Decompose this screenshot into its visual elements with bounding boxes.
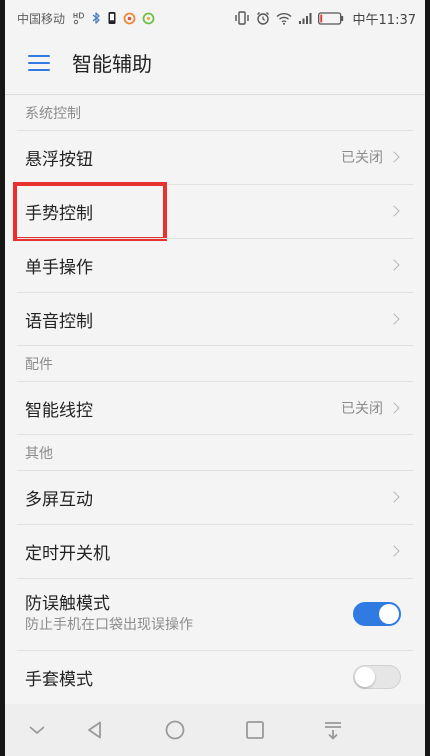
section-header-accessories: 配件 bbox=[25, 356, 53, 373]
chevron-right-icon bbox=[388, 545, 400, 557]
orange-app-notification-icon bbox=[123, 12, 136, 25]
setting-trailing bbox=[388, 545, 401, 557]
menu-icon bbox=[28, 55, 50, 71]
chevron-right-icon bbox=[388, 402, 400, 414]
setting-label: 单手操作 bbox=[25, 257, 93, 278]
menu-button[interactable] bbox=[23, 49, 55, 77]
phone-notification-icon bbox=[107, 11, 117, 25]
setting-scheduled-power[interactable]: 定时开关机 bbox=[5, 524, 425, 578]
alarm-icon bbox=[256, 11, 270, 25]
setting-status: 已关闭 bbox=[341, 401, 383, 417]
setting-trailing: 已关闭 bbox=[341, 147, 401, 167]
chevron-right-icon bbox=[388, 491, 400, 503]
status-time: 中午11:37 bbox=[352, 12, 416, 28]
glove-mode-toggle[interactable] bbox=[353, 665, 401, 689]
navigation-bar bbox=[5, 704, 425, 756]
status-right: 中午11:37 bbox=[234, 9, 416, 28]
setting-status: 已关闭 bbox=[341, 150, 383, 166]
setting-label: 智能线控 bbox=[25, 400, 93, 421]
chevron-right-icon bbox=[388, 259, 400, 271]
toggle-knob bbox=[379, 604, 399, 624]
wifi-icon bbox=[276, 12, 292, 25]
setting-label: 多屏互动 bbox=[25, 489, 93, 510]
setting-label: 防误触模式 bbox=[25, 594, 110, 614]
setting-label: 手势控制 bbox=[25, 203, 93, 224]
chevron-right-icon bbox=[388, 151, 400, 163]
battery-icon bbox=[317, 11, 344, 25]
setting-multi-screen[interactable]: 多屏互动 bbox=[5, 470, 425, 524]
signal-icon bbox=[298, 12, 312, 25]
setting-trailing bbox=[388, 491, 401, 503]
chevron-right-icon bbox=[388, 313, 400, 325]
setting-description: 防止手机在口袋出现误操作 bbox=[25, 617, 193, 633]
hd-icon bbox=[73, 11, 85, 25]
app-bar: 智能辅助 bbox=[5, 36, 425, 95]
setting-text: 防误触模式 防止手机在口袋出现误操作 bbox=[25, 593, 353, 635]
back-icon[interactable] bbox=[83, 718, 107, 742]
setting-label: 定时开关机 bbox=[25, 543, 110, 564]
home-icon[interactable] bbox=[163, 718, 187, 742]
setting-floating-dock[interactable]: 悬浮按钮 已关闭 bbox=[5, 130, 425, 184]
recents-icon[interactable] bbox=[243, 718, 267, 742]
section-header-system-control: 系统控制 bbox=[25, 105, 81, 122]
bluetooth-icon bbox=[91, 11, 101, 25]
screen: 中国移动 中午11:37 智能辅助 系统控制 悬浮按钮 已关闭 手势控制 单手操… bbox=[5, 0, 425, 756]
setting-gesture-control[interactable]: 手势控制 bbox=[5, 182, 425, 241]
setting-pocket-mode[interactable]: 防误触模式 防止手机在口袋出现误操作 bbox=[5, 578, 425, 650]
carrier-name: 中国移动 bbox=[17, 11, 66, 26]
setting-trailing: 已关闭 bbox=[341, 398, 401, 418]
chevron-right-icon bbox=[388, 205, 400, 217]
notification-pull-icon[interactable] bbox=[321, 718, 345, 742]
setting-voice-control[interactable]: 语音控制 bbox=[5, 292, 425, 346]
setting-label: 语音控制 bbox=[25, 311, 93, 332]
setting-glove-mode[interactable]: 手套模式 bbox=[5, 650, 425, 704]
setting-trailing bbox=[388, 259, 401, 271]
setting-one-handed-mode[interactable]: 单手操作 bbox=[5, 238, 425, 292]
section-header-other: 其他 bbox=[25, 445, 53, 462]
collapse-icon[interactable] bbox=[25, 718, 49, 742]
setting-label: 手套模式 bbox=[25, 669, 93, 690]
battery-level-fill bbox=[319, 14, 322, 22]
status-left: 中国移动 bbox=[17, 10, 155, 27]
toggle-knob bbox=[355, 667, 375, 687]
setting-smart-wired-control[interactable]: 智能线控 已关闭 bbox=[5, 381, 425, 435]
green-app-notification-icon bbox=[142, 12, 155, 25]
setting-label: 悬浮按钮 bbox=[25, 149, 93, 170]
setting-trailing bbox=[388, 205, 401, 217]
page-title: 智能辅助 bbox=[72, 52, 152, 76]
pocket-mode-toggle[interactable] bbox=[353, 602, 401, 626]
status-bar: 中国移动 中午11:37 bbox=[5, 0, 425, 36]
setting-trailing bbox=[388, 313, 401, 325]
vibrate-icon bbox=[234, 11, 250, 25]
settings-list: 系统控制 悬浮按钮 已关闭 手势控制 单手操作 语音控制 配件 智能线控 已关闭… bbox=[5, 95, 425, 704]
